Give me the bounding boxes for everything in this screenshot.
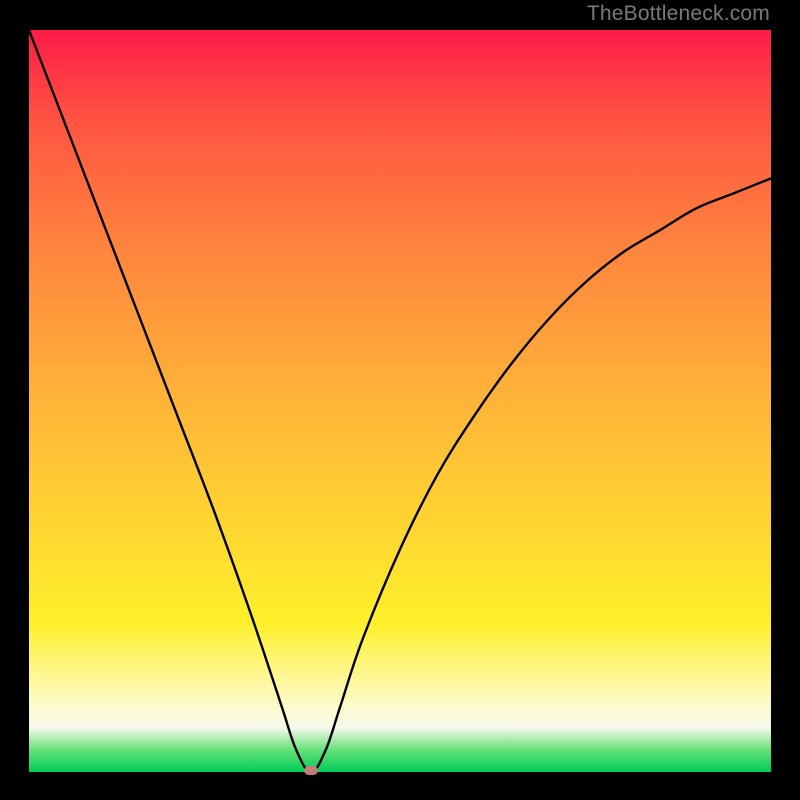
bottleneck-curve [29, 30, 771, 772]
plot-area [29, 30, 771, 772]
chart-frame: TheBottleneck.com [0, 0, 800, 800]
watermark-text: TheBottleneck.com [587, 2, 770, 26]
minimum-marker [304, 766, 318, 775]
